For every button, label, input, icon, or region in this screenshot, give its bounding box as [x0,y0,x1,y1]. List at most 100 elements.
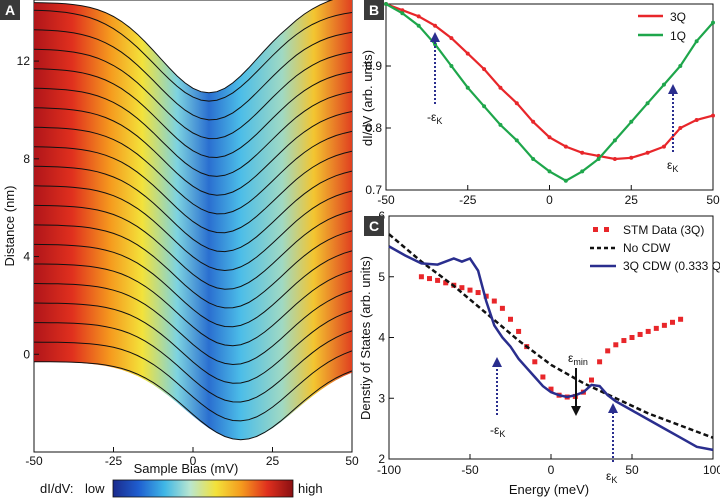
panel-c: -100-5005010023456 C Energy (meV) Densti… [358,209,720,497]
data-point [384,2,388,6]
x-tick-label: 100 [703,463,720,477]
stm-data-point [427,276,432,282]
data-point [596,157,601,161]
y-tick-label: 0.7 [365,183,382,197]
legend-stm-label: STM Data (3Q) [623,223,704,237]
colorbar-label: dI/dV: [40,481,73,496]
panel-a: -50 -25 0 25 5004812 A Sample Bias (mV) Dist… [0,0,359,476]
stm-data-point [516,328,522,334]
data-point [400,11,405,16]
data-point [514,101,519,106]
x-tick-label: 0 [548,463,555,477]
panel-c-ylabel: Denstiy of States (arb. units) [358,256,373,420]
data-point [514,138,519,143]
data-point [449,36,454,41]
stm-data-point [589,377,594,383]
x-tick-label: 50 [706,193,720,207]
data-point [694,39,699,44]
x-tick-label: 25 [266,454,280,468]
stm-data-point [629,335,635,340]
y-tick-label: 3 [378,391,385,405]
stm-data-point [678,316,684,322]
stm-data-point [499,305,505,311]
stm-data-point [508,316,513,322]
data-point [416,23,421,28]
panel-b: -50-25025500.70.80.91.0 B dI/dV (arb. un… [360,0,720,207]
data-point [645,150,650,155]
x-tick-label: 50 [345,454,359,468]
data-point [711,113,715,118]
figure: -50 -25 0 25 50 0 4 8 12 A Sample Bias (mV) Dist… [0,0,720,498]
panel-b-frame [385,3,714,191]
data-point [661,82,666,87]
panel-c-epsilon-right: εK [606,469,617,485]
stm-data-point [653,325,659,331]
panel-b-ylabel: dI/dV (arb. units) [360,50,375,146]
data-point [694,117,699,122]
data-point [678,64,683,68]
data-point [416,14,421,19]
data-point [563,178,568,183]
data-point [580,169,585,174]
data-point [498,122,503,127]
stm-data-point [467,287,473,293]
y-tick-label: 0 [23,347,30,361]
data-point [629,155,634,160]
x-tick-label: 50 [625,463,639,477]
data-point [465,51,470,56]
legend-3qcdw-label: 3Q CDW (0.333 Q0) [623,259,720,273]
y-tick-label: 12 [17,54,31,68]
colorbar-bar [112,479,294,498]
data-point [711,20,715,25]
data-point [547,135,552,140]
data-point [482,104,487,109]
stm-data-point [459,285,465,291]
data-point [612,157,617,161]
x-tick-label: -25 [105,454,123,468]
stm-data-point [605,348,611,354]
data-point [465,85,470,90]
legend-3q-label: 3Q [670,10,686,24]
x-tick-label: -25 [459,193,477,207]
stm-data-point [645,328,651,334]
legend-nocdw-label: No CDW [623,241,671,255]
data-point [531,119,536,124]
data-point [433,23,438,28]
stm-data-point [661,322,667,328]
stm-data-point [540,374,546,380]
colorbar: dI/dV: low high [40,479,323,498]
stm-data-point [621,338,627,344]
data-point [661,144,666,149]
panel-a-ylabel: Distance (nm) [2,186,17,267]
stm-data-point [532,359,538,365]
data-point [645,101,650,106]
stm-data-point [475,290,481,296]
colorbar-high-label: high [298,481,323,496]
panel-b-letter: B [369,2,379,18]
x-tick-label: -50 [461,463,479,477]
stm-data-point [597,359,603,365]
data-point [547,169,552,174]
stm-data-point [670,319,675,325]
data-point [629,119,634,124]
data-point [563,144,568,149]
stm-data-point [435,277,441,283]
data-point [449,64,454,68]
colorbar-low-label: low [85,481,105,496]
stm-data-point [418,274,424,280]
panel-a-letter: A [5,2,15,18]
legend-stm-swatch [593,227,598,232]
y-tick-label: 4 [23,250,30,264]
panel-a-xlabel: Sample Bias (mV) [134,461,239,476]
data-point [531,157,536,161]
y-tick-label: 8 [23,152,30,166]
stm-data-point [613,342,619,348]
x-tick-label: 0 [546,193,553,207]
y-tick-label: 4 [378,331,385,345]
data-point [678,126,683,130]
y-tick-label: 2 [378,452,385,466]
panel-c-xlabel: Energy (meV) [509,482,589,497]
data-point [612,138,617,143]
x-tick-label: 25 [625,193,639,207]
panel-c-letter: C [369,218,379,234]
